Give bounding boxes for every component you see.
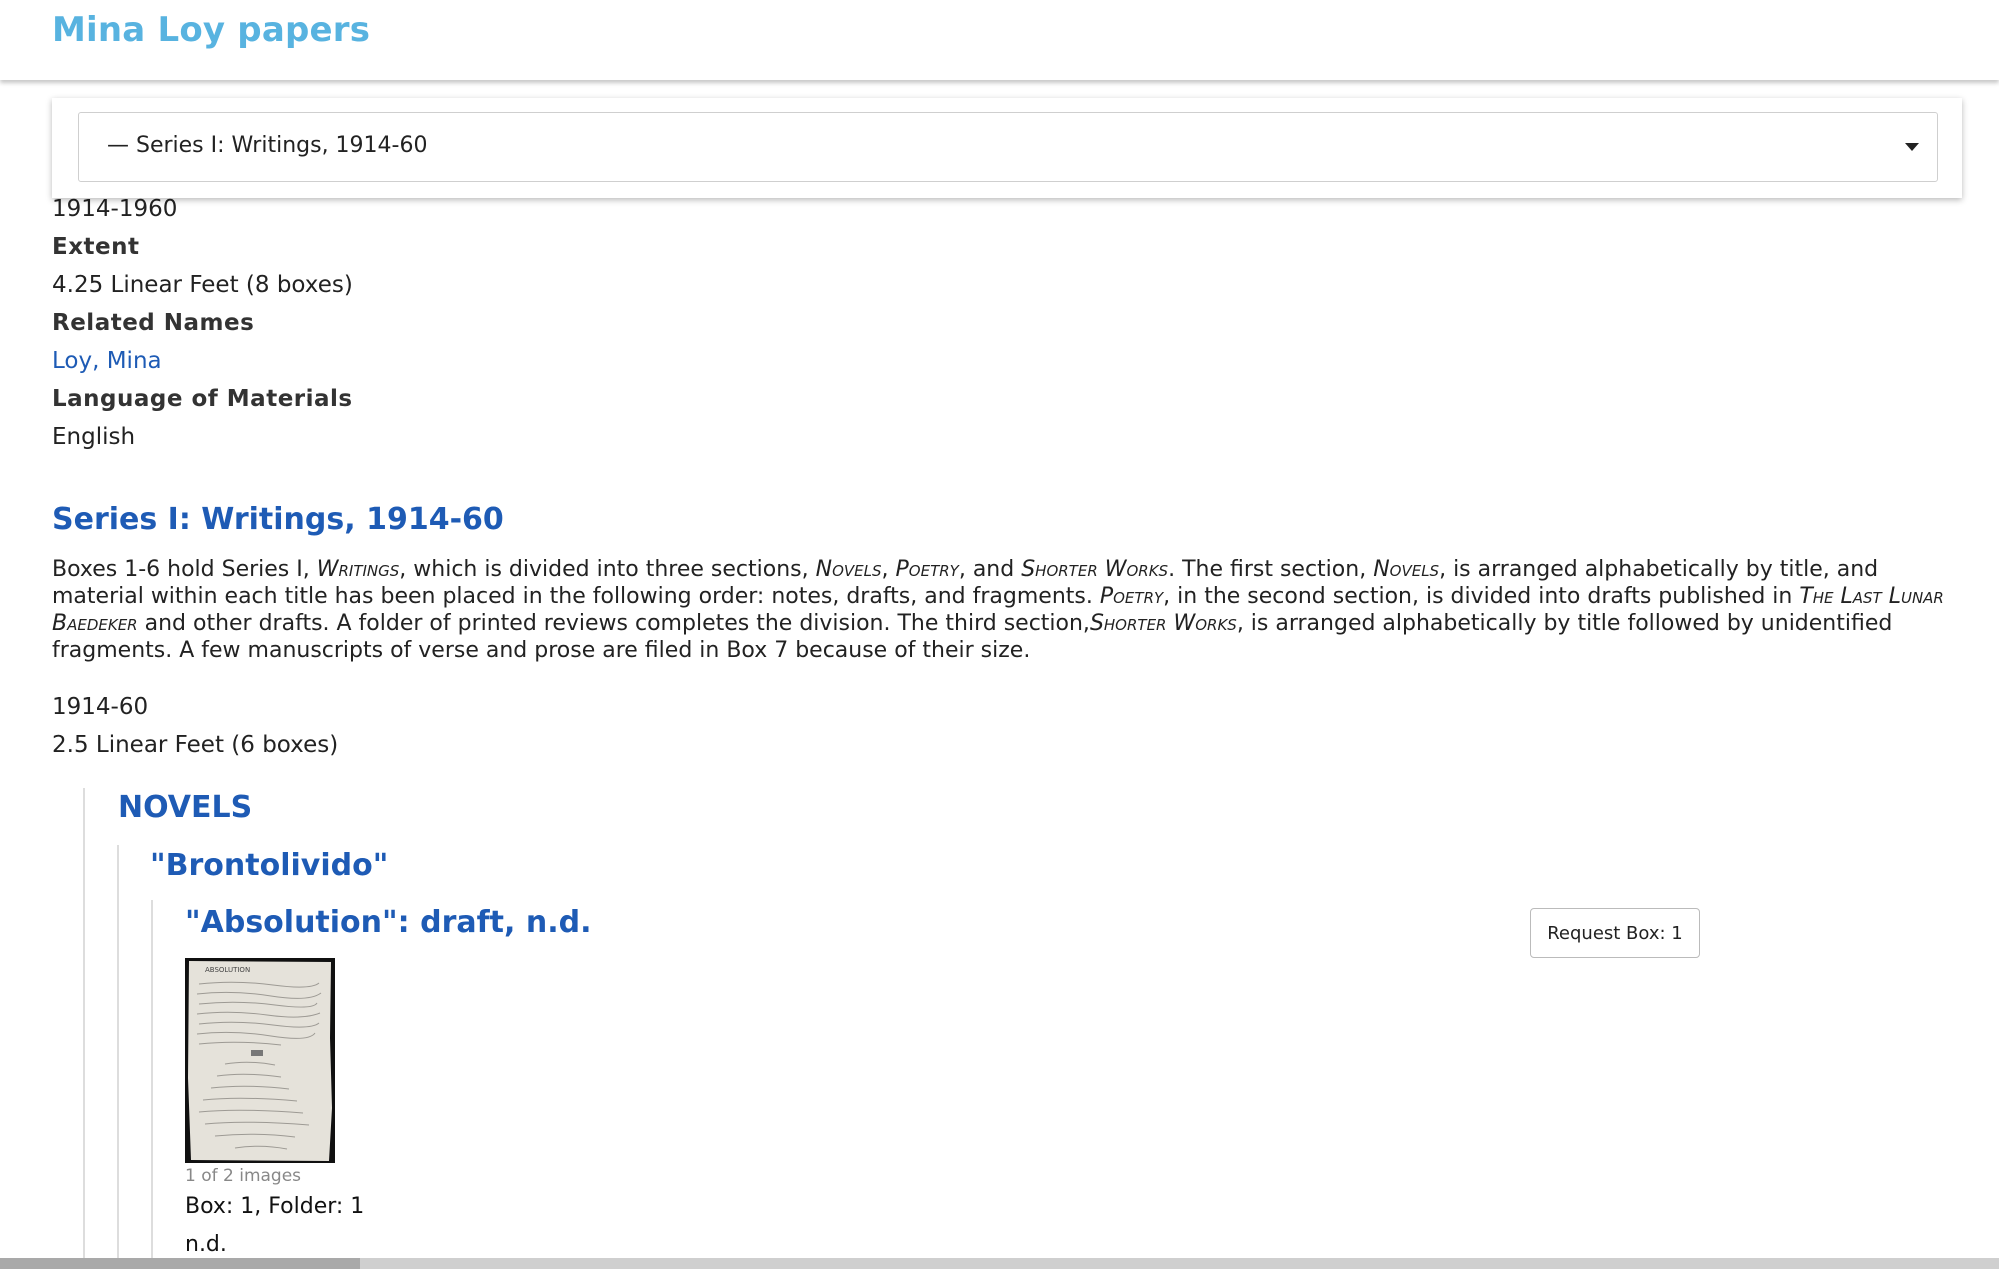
box-folder-location: Box: 1, Folder: 1 (185, 1194, 365, 1219)
scrollbar-thumb[interactable] (0, 1258, 360, 1269)
desc-text: , which is divided into three sections, (399, 557, 816, 582)
desc-text: , in the second section, is divided into… (1163, 584, 1800, 609)
desc-text: Boxes 1-6 hold Series I, (52, 557, 317, 582)
desc-emphasis: Shorter Works (1021, 557, 1169, 582)
collection-overview: 1914-1960 Extent 4.25 Linear Feet (8 box… (52, 190, 1962, 456)
desc-emphasis: Novels (815, 557, 882, 582)
subseries-title[interactable]: NOVELS (118, 790, 252, 825)
manuscript-thumbnail[interactable]: ABSOLUTION (185, 958, 335, 1163)
extent-label: Extent (52, 234, 140, 260)
series-title[interactable]: Series I: Writings, 1914-60 (52, 502, 504, 537)
desc-emphasis: Writings (316, 557, 400, 582)
manuscript-image: ABSOLUTION (188, 961, 332, 1161)
item-date: n.d. (185, 1232, 227, 1257)
file-title[interactable]: "Brontolivido" (150, 848, 388, 883)
hierarchy-line-level-3 (151, 900, 153, 1258)
thumbnail-heading: ABSOLUTION (205, 966, 250, 974)
series-select-dropdown[interactable]: — Series I: Writings, 1914-60 (78, 112, 1938, 182)
series-extent: 2.5 Linear Feet (6 boxes) (52, 732, 339, 758)
extent-value: 4.25 Linear Feet (8 boxes) (52, 272, 353, 298)
series-description: Boxes 1-6 hold Series I, Writings, which… (52, 556, 1962, 664)
hierarchy-line-level-2 (117, 845, 119, 1258)
related-names-label: Related Names (52, 310, 255, 336)
caret-down-icon (1905, 143, 1919, 151)
collection-title[interactable]: Mina Loy papers (52, 10, 370, 50)
series-select-value: — Series I: Writings, 1914-60 (107, 133, 428, 158)
image-count: 1 of 2 images (185, 1166, 302, 1186)
request-box-button[interactable]: Request Box: 1 (1530, 908, 1700, 958)
desc-emphasis: Poetry (1099, 584, 1164, 609)
desc-emphasis: Novels (1373, 557, 1440, 582)
item-title[interactable]: "Absolution": draft, n.d. (185, 905, 591, 940)
desc-text: , (881, 557, 896, 582)
desc-text: . The first section, (1168, 557, 1374, 582)
desc-emphasis: Shorter Works (1089, 611, 1237, 636)
language-label: Language of Materials (52, 386, 353, 412)
horizontal-scrollbar[interactable] (0, 1258, 1999, 1269)
desc-text: , and (958, 557, 1022, 582)
desc-emphasis: Poetry (895, 557, 959, 582)
series-navigation-panel: — Series I: Writings, 1914-60 (52, 98, 1962, 198)
series-dates: 1914-60 (52, 694, 149, 720)
language-value: English (52, 424, 136, 450)
top-header: Mina Loy papers (0, 0, 1999, 80)
hierarchy-line-level-1 (83, 788, 85, 1258)
related-name-link[interactable]: Loy, Mina (52, 342, 1962, 380)
desc-text: and other drafts. A folder of printed re… (137, 611, 1090, 636)
